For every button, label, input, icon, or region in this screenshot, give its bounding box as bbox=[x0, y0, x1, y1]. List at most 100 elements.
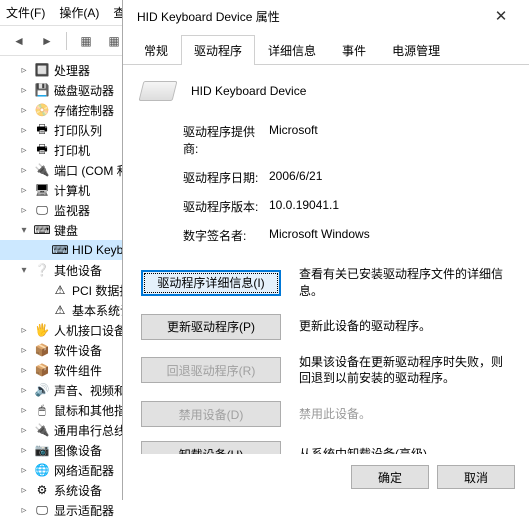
row-provider: 驱动程序提供商: Microsoft bbox=[141, 123, 511, 157]
expander-icon[interactable]: ▹ bbox=[18, 404, 30, 416]
menu-action[interactable]: 操作(A) bbox=[59, 4, 99, 21]
properties-dialog: HID Keyboard Device 属性 ✕ 常规 驱动程序 详细信息 事件… bbox=[122, 0, 529, 500]
device-icon: 🖐 bbox=[34, 322, 50, 338]
separator bbox=[66, 32, 67, 50]
device-icon: 🔊 bbox=[34, 382, 50, 398]
tree-item-label: 键盘 bbox=[54, 222, 78, 239]
expander-icon[interactable]: ▾ bbox=[18, 264, 30, 276]
expander-icon bbox=[36, 304, 48, 316]
tree-item[interactable]: ▹ 🖵显示适配器 bbox=[0, 500, 529, 520]
tree-item-label: 人机接口设备 bbox=[54, 322, 126, 339]
device-icon: 📦 bbox=[34, 362, 50, 378]
expander-icon[interactable]: ▹ bbox=[18, 324, 30, 336]
expander-icon[interactable]: ▹ bbox=[18, 504, 30, 516]
tab-details[interactable]: 详细信息 bbox=[255, 35, 329, 65]
close-icon: ✕ bbox=[495, 7, 508, 25]
update-driver-button[interactable]: 更新驱动程序(P) bbox=[141, 314, 281, 340]
rollback-driver-button: 回退驱动程序(R) bbox=[141, 357, 281, 383]
row-date: 驱动程序日期: 2006/6/21 bbox=[141, 169, 511, 186]
expander-icon[interactable]: ▹ bbox=[18, 484, 30, 496]
device-name: HID Keyboard Device bbox=[191, 84, 306, 98]
uninstall-device-button[interactable]: 卸载设备(U) bbox=[141, 441, 281, 454]
device-icon: 📦 bbox=[34, 342, 50, 358]
disable-device-desc: 禁用此设备。 bbox=[299, 406, 511, 423]
device-icon: 🖱 bbox=[34, 402, 50, 418]
tree-item-label: 软件设备 bbox=[54, 342, 102, 359]
expander-icon bbox=[36, 284, 48, 296]
date-label: 驱动程序日期: bbox=[141, 169, 269, 186]
uninstall-device-desc: 从系统中卸载设备(高级)。 bbox=[299, 446, 511, 454]
expander-icon[interactable]: ▹ bbox=[18, 204, 30, 216]
provider-label: 驱动程序提供商: bbox=[141, 123, 269, 157]
tree-item-label: 系统设备 bbox=[54, 482, 102, 499]
device-manager-window: 文件(F) 操作(A) 查看(V) ◄ ► ▦ ▦ ▦ ▹🔲处理器▹💾磁盘驱动器… bbox=[0, 0, 529, 500]
action-row-details: 驱动程序详细信息(I) 查看有关已安装驱动程序文件的详细信息。 bbox=[141, 266, 511, 300]
rollback-driver-desc: 如果该设备在更新驱动程序时失败，则回退到以前安装的驱动程序。 bbox=[299, 354, 511, 388]
action-row-uninstall: 卸载设备(U) 从系统中卸载设备(高级)。 bbox=[141, 441, 511, 454]
cancel-button[interactable]: 取消 bbox=[437, 465, 515, 489]
keyboard-icon bbox=[139, 81, 178, 101]
expander-icon bbox=[36, 244, 48, 256]
menu-file[interactable]: 文件(F) bbox=[6, 4, 45, 21]
row-signer: 数字签名者: Microsoft Windows bbox=[141, 227, 511, 244]
device-icon: 🖶 bbox=[34, 142, 50, 158]
expander-icon[interactable]: ▹ bbox=[18, 424, 30, 436]
back-icon[interactable]: ◄ bbox=[8, 30, 30, 52]
tab-events[interactable]: 事件 bbox=[329, 35, 379, 65]
device-icon: 🖵 bbox=[34, 502, 50, 518]
device-icon: 🖶 bbox=[34, 122, 50, 138]
expander-icon[interactable]: ▹ bbox=[18, 344, 30, 356]
tab-general[interactable]: 常规 bbox=[131, 35, 181, 65]
date-value: 2006/6/21 bbox=[269, 169, 511, 186]
action-row-disable: 禁用设备(D) 禁用此设备。 bbox=[141, 401, 511, 427]
close-button[interactable]: ✕ bbox=[481, 2, 521, 30]
tree-item-label: 图像设备 bbox=[54, 442, 102, 459]
expander-icon[interactable]: ▹ bbox=[18, 84, 30, 96]
forward-icon[interactable]: ► bbox=[36, 30, 58, 52]
tree-item-label: 其他设备 bbox=[54, 262, 102, 279]
tabstrip: 常规 驱动程序 详细信息 事件 电源管理 bbox=[123, 34, 529, 65]
device-icon: 📀 bbox=[34, 102, 50, 118]
version-label: 驱动程序版本: bbox=[141, 198, 269, 215]
device-icon: ⌨ bbox=[52, 242, 68, 258]
device-icon: ⚙ bbox=[34, 482, 50, 498]
expander-icon[interactable]: ▹ bbox=[18, 164, 30, 176]
device-icon: 🖵 bbox=[34, 202, 50, 218]
action-row-rollback: 回退驱动程序(R) 如果该设备在更新驱动程序时失败，则回退到以前安装的驱动程序。 bbox=[141, 354, 511, 388]
toolbar-icon[interactable]: ▦ bbox=[75, 30, 97, 52]
expander-icon[interactable]: ▹ bbox=[18, 384, 30, 396]
tree-item-label: 计算机 bbox=[54, 182, 90, 199]
tree-item-label: 网络适配器 bbox=[54, 462, 114, 479]
expander-icon[interactable]: ▹ bbox=[18, 144, 30, 156]
device-icon: 💾 bbox=[34, 82, 50, 98]
provider-value: Microsoft bbox=[269, 123, 511, 157]
tree-item-label: 打印机 bbox=[54, 142, 90, 159]
tab-power[interactable]: 电源管理 bbox=[379, 35, 453, 65]
expander-icon[interactable]: ▹ bbox=[18, 124, 30, 136]
expander-icon[interactable]: ▹ bbox=[18, 364, 30, 376]
version-value: 10.0.19041.1 bbox=[269, 198, 511, 215]
expander-icon[interactable]: ▹ bbox=[18, 464, 30, 476]
driver-details-button[interactable]: 驱动程序详细信息(I) bbox=[141, 270, 281, 296]
device-icon: 🖥 bbox=[34, 182, 50, 198]
device-icon: 🌐 bbox=[34, 462, 50, 478]
tree-item-label: 监视器 bbox=[54, 202, 90, 219]
tree-item-label: 处理器 bbox=[54, 62, 90, 79]
update-driver-desc: 更新此设备的驱动程序。 bbox=[299, 318, 511, 335]
device-icon: ⌨ bbox=[34, 222, 50, 238]
device-icon: ⚠ bbox=[52, 302, 68, 318]
tree-item-label: 存储控制器 bbox=[54, 102, 114, 119]
tab-driver[interactable]: 驱动程序 bbox=[181, 35, 255, 65]
expander-icon[interactable]: ▹ bbox=[18, 64, 30, 76]
tree-item-label: 磁盘驱动器 bbox=[54, 82, 114, 99]
disable-device-button: 禁用设备(D) bbox=[141, 401, 281, 427]
tree-item-label: 显示适配器 bbox=[54, 502, 114, 519]
ok-button[interactable]: 确定 bbox=[351, 465, 429, 489]
expander-icon[interactable]: ▹ bbox=[18, 104, 30, 116]
device-icon: 📷 bbox=[34, 442, 50, 458]
device-icon: 🔌 bbox=[34, 162, 50, 178]
expander-icon[interactable]: ▹ bbox=[18, 444, 30, 456]
expander-icon[interactable]: ▹ bbox=[18, 184, 30, 196]
tree-item-label: 软件组件 bbox=[54, 362, 102, 379]
expander-icon[interactable]: ▾ bbox=[18, 224, 30, 236]
